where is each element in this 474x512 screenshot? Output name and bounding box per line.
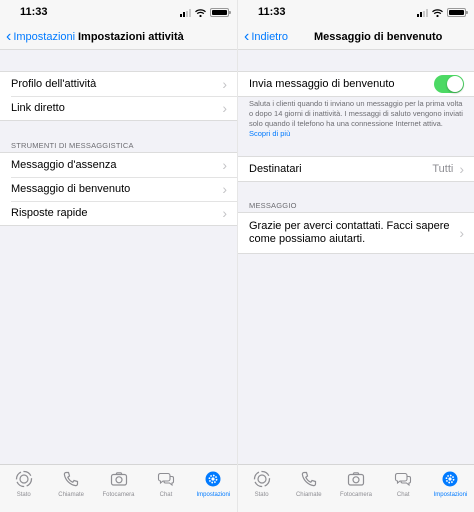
tab-label: Chiamate xyxy=(58,492,84,498)
business-settings-group: Profilo dell'attività › Link diretto › xyxy=(0,71,237,121)
phone-icon xyxy=(63,471,79,487)
recipients-group: Destinatari Tutti › xyxy=(238,156,474,182)
status-time: 11:33 xyxy=(258,6,286,18)
nav-bar: ‹ Impostazioni Impostazioni attività xyxy=(0,26,237,50)
tab-camera[interactable]: Fotocamera xyxy=(95,465,142,512)
greeting-message-screen: 11:33 ‹ Indietro Messaggio di benvenuto … xyxy=(237,0,474,512)
tab-label: Fotocamera xyxy=(340,492,373,498)
tab-label: Fotocamera xyxy=(102,492,135,498)
battery-icon xyxy=(447,8,468,17)
tab-calls[interactable]: Chiamate xyxy=(285,465,332,512)
tab-label: Stato xyxy=(16,492,31,498)
list-item-label: Profilo dell'attività xyxy=(11,78,97,90)
send-greeting-toggle[interactable] xyxy=(434,75,464,93)
chevron-right-icon: › xyxy=(222,76,227,92)
recipients-item[interactable]: Destinatari Tutti › xyxy=(238,157,474,181)
send-greeting-row: Invia messaggio di benvenuto xyxy=(238,72,474,96)
tab-label: Impostazioni xyxy=(196,492,231,498)
message-group: Grazie per averci contattati. Facci sape… xyxy=(238,212,474,254)
greeting-message-item[interactable]: Messaggio di benvenuto › xyxy=(0,177,237,201)
chevron-right-icon: › xyxy=(222,100,227,116)
battery-icon xyxy=(210,8,231,17)
learn-more-link[interactable]: Scopri di più xyxy=(249,129,290,138)
status-bar: 11:33 xyxy=(238,0,474,26)
tab-bar: Stato Chiamate Fotocamera Chat Impostazi… xyxy=(238,464,474,512)
tab-status[interactable]: Stato xyxy=(0,465,47,512)
tab-settings[interactable]: Impostazioni xyxy=(427,465,474,512)
list-item-label: Messaggio d'assenza xyxy=(11,159,117,171)
tab-camera[interactable]: Fotocamera xyxy=(332,465,379,512)
chat-icon xyxy=(157,472,174,487)
camera-icon xyxy=(110,472,127,486)
tab-status[interactable]: Stato xyxy=(238,465,285,512)
back-button[interactable]: ‹ Indietro xyxy=(244,28,289,45)
tab-bar: Stato Chiamate Fotocamera Chat Impostazi… xyxy=(0,464,237,512)
status-time: 11:33 xyxy=(20,6,48,18)
greeting-toggle-group: Invia messaggio di benvenuto xyxy=(238,71,474,97)
chevron-left-icon: ‹ xyxy=(244,28,250,45)
business-profile-item[interactable]: Profilo dell'attività › xyxy=(0,72,237,96)
send-greeting-label: Invia messaggio di benvenuto xyxy=(249,78,395,90)
tab-chats[interactable]: Chat xyxy=(380,465,427,512)
greeting-message-text: Grazie per averci contattati. Facci sape… xyxy=(249,220,450,245)
chat-icon xyxy=(395,472,412,487)
greeting-footnote: Saluta i clienti quando ti inviano un me… xyxy=(249,99,464,139)
footnote-text: Saluta i clienti quando ti inviano un me… xyxy=(249,99,463,128)
back-button-label: Indietro xyxy=(251,31,289,43)
recipients-label: Destinatari xyxy=(249,163,302,175)
short-link-item[interactable]: Link diretto › xyxy=(0,96,237,120)
messaging-tools-group: Messaggio d'assenza › Messaggio di benve… xyxy=(0,152,237,226)
page-title: Impostazioni attività xyxy=(78,31,184,43)
signal-icon xyxy=(417,8,428,17)
tab-label: Stato xyxy=(254,492,269,498)
section-header: STRUMENTI DI MESSAGGISTICA xyxy=(11,141,134,150)
back-button[interactable]: ‹ Impostazioni xyxy=(6,28,76,45)
back-button-label: Impostazioni xyxy=(13,31,76,43)
list-item-label: Risposte rapide xyxy=(11,207,88,219)
phone-icon xyxy=(301,471,316,487)
section-header: MESSAGGIO xyxy=(249,201,297,210)
away-message-item[interactable]: Messaggio d'assenza › xyxy=(0,153,237,177)
tab-calls[interactable]: Chiamate xyxy=(47,465,94,512)
chevron-left-icon: ‹ xyxy=(6,28,12,45)
status-bar: 11:33 xyxy=(0,0,237,26)
status-icon xyxy=(15,470,32,488)
settings-screen-left: 11:33 ‹ Impostazioni Impostazioni attivi… xyxy=(0,0,237,512)
nav-bar: ‹ Indietro Messaggio di benvenuto xyxy=(238,26,474,50)
chevron-right-icon: › xyxy=(222,157,227,173)
chevron-right-icon: › xyxy=(222,181,227,197)
page-title: Messaggio di benvenuto xyxy=(314,31,443,43)
recipients-value: Tutti xyxy=(432,163,454,175)
tab-settings[interactable]: Impostazioni xyxy=(190,465,237,512)
quick-replies-item[interactable]: Risposte rapide › xyxy=(0,201,237,225)
wifi-icon xyxy=(432,8,443,17)
tab-label: Impostazioni xyxy=(433,492,468,498)
settings-icon xyxy=(205,471,221,487)
status-icon xyxy=(253,470,270,488)
signal-icon xyxy=(180,8,191,17)
greeting-message-item[interactable]: Grazie per averci contattati. Facci sape… xyxy=(238,213,474,253)
chevron-right-icon: › xyxy=(459,161,464,177)
tab-label: Chiamate xyxy=(295,492,322,498)
chevron-right-icon: › xyxy=(459,225,464,241)
list-item-label: Messaggio di benvenuto xyxy=(11,183,131,195)
camera-icon xyxy=(347,472,365,486)
chevron-right-icon: › xyxy=(222,205,227,221)
tab-chats[interactable]: Chat xyxy=(142,465,189,512)
list-item-label: Link diretto xyxy=(11,102,65,114)
settings-icon xyxy=(442,471,458,487)
wifi-icon xyxy=(195,8,206,17)
tab-label: Chat xyxy=(159,492,173,498)
tab-label: Chat xyxy=(396,492,410,498)
